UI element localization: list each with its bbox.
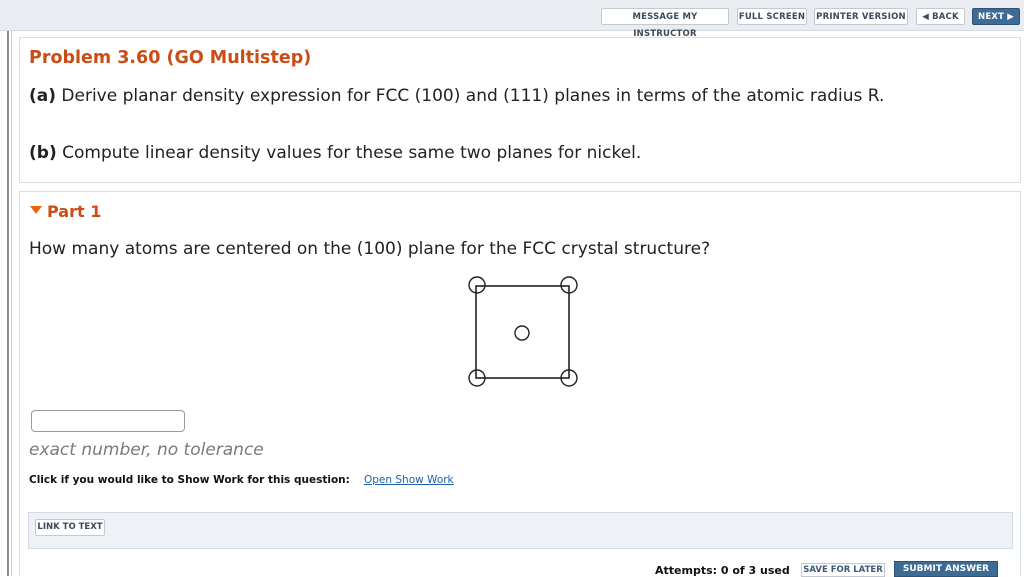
problem-title: Problem 3.60 (GO Multistep)	[29, 48, 312, 68]
submit-answer-button[interactable]: SUBMIT ANSWER	[894, 561, 998, 577]
next-button[interactable]: NEXT ▶	[972, 8, 1020, 25]
part-b-statement: (b) Compute linear density values for th…	[29, 143, 641, 163]
part-a-label: (a)	[29, 86, 57, 106]
answer-hint: exact number, no tolerance	[29, 440, 264, 460]
part-a-text: Derive planar density expression for FCC…	[61, 86, 885, 106]
part-b-text: Compute linear density values for these …	[62, 143, 642, 163]
left-border	[7, 30, 9, 576]
save-for-later-button[interactable]: SAVE FOR LATER	[801, 563, 885, 577]
corner-atom-top-left	[468, 276, 486, 294]
fcc-100-plane-diagram	[468, 276, 578, 387]
link-to-text-button[interactable]: LINK TO TEXT	[35, 519, 105, 536]
attempts-counter: Attempts: 0 of 3 used	[655, 564, 790, 577]
collapse-triangle-icon[interactable]	[30, 206, 42, 214]
full-screen-button[interactable]: FULL SCREEN	[737, 8, 807, 25]
open-show-work-link[interactable]: Open Show Work	[364, 474, 454, 486]
center-atom	[514, 325, 530, 341]
question-text: How many atoms are centered on the (100)…	[29, 239, 711, 259]
part-a-statement: (a) Derive planar density expression for…	[29, 86, 884, 106]
link-to-text-panel	[28, 512, 1013, 549]
left-border-inner	[11, 30, 12, 576]
back-button[interactable]: ◀ BACK	[916, 8, 965, 25]
printer-version-button[interactable]: PRINTER VERSION	[814, 8, 908, 25]
part-b-label: (b)	[29, 143, 57, 163]
message-instructor-button[interactable]: MESSAGE MY INSTRUCTOR	[601, 8, 729, 39]
show-work-label: Click if you would like to Show Work for…	[29, 474, 350, 486]
part1-title[interactable]: Part 1	[47, 202, 101, 221]
answer-input[interactable]	[31, 410, 185, 432]
top-toolbar: MESSAGE MY INSTRUCTOR FULL SCREEN PRINTE…	[0, 0, 1024, 39]
unit-cell-face	[475, 285, 570, 379]
